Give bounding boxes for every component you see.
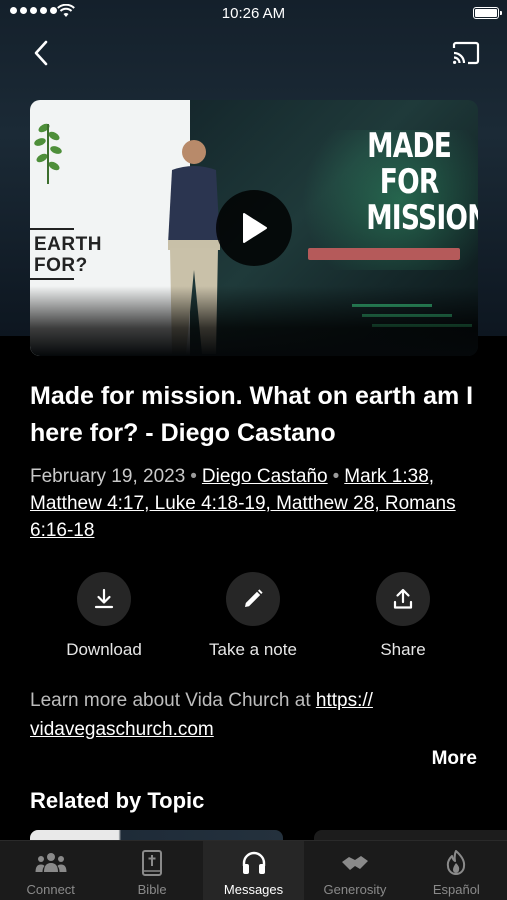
share-button[interactable]: Share bbox=[328, 572, 478, 660]
share-circle bbox=[376, 572, 430, 626]
tree-logo-icon bbox=[34, 123, 62, 184]
take-note-circle bbox=[226, 572, 280, 626]
tab-label: Messages bbox=[223, 882, 284, 897]
tab-messages[interactable]: Messages bbox=[202, 841, 305, 900]
separator-dot: • bbox=[190, 466, 197, 487]
tab-bible[interactable]: Bible bbox=[101, 841, 202, 900]
description-text: Learn more about Vida Church at bbox=[30, 690, 316, 711]
download-label: Download bbox=[66, 640, 142, 659]
status-bar: 10:26 AM bbox=[0, 0, 507, 28]
more-button[interactable]: More bbox=[432, 748, 477, 770]
tab-espanol[interactable]: Español bbox=[406, 841, 507, 900]
speaker-link[interactable]: Diego Castaño bbox=[202, 466, 328, 487]
sermon-date: February 19, 2023 bbox=[30, 466, 186, 487]
chevron-left-icon bbox=[34, 40, 48, 66]
share-label: Share bbox=[380, 640, 426, 659]
tab-bar: Connect Bible Messages Generosity Españo… bbox=[0, 840, 507, 900]
divider bbox=[30, 228, 74, 230]
action-row: Download Take a note Share bbox=[0, 572, 507, 662]
play-button[interactable] bbox=[216, 190, 292, 266]
take-note-label: Take a note bbox=[209, 640, 297, 659]
cast-icon bbox=[452, 41, 480, 65]
audience-silhouettes bbox=[30, 286, 478, 356]
church-website-link[interactable]: vidavegaschurch.com bbox=[30, 719, 214, 740]
flame-icon bbox=[447, 850, 466, 875]
tab-generosity[interactable]: Generosity bbox=[304, 841, 405, 900]
cast-button[interactable] bbox=[449, 38, 483, 68]
download-icon bbox=[94, 588, 114, 609]
title-graphic-line: MISSION bbox=[366, 198, 478, 238]
back-button[interactable] bbox=[24, 36, 58, 70]
related-heading: Related by Topic bbox=[30, 788, 205, 813]
share-icon bbox=[393, 588, 413, 609]
download-button[interactable]: Download bbox=[29, 572, 179, 660]
separator-dot: • bbox=[332, 466, 340, 487]
title-graphic-line: MADE FOR bbox=[367, 126, 452, 202]
video-player[interactable]: EARTH FOR? MADE FOR MISSION bbox=[30, 100, 478, 356]
divider bbox=[30, 278, 74, 280]
backdrop-text: EARTH FOR? bbox=[34, 234, 102, 276]
sermon-description: Learn more about Vida Church at https://… bbox=[30, 686, 480, 744]
tab-connect[interactable]: Connect bbox=[0, 841, 101, 900]
bible-icon bbox=[142, 850, 163, 876]
sermon-title-graphic: MADE FOR MISSION bbox=[366, 126, 478, 238]
headphones-icon bbox=[242, 851, 265, 874]
download-circle bbox=[77, 572, 131, 626]
backdrop-text-line: EARTH bbox=[34, 234, 102, 255]
play-icon bbox=[243, 213, 267, 243]
take-note-button[interactable]: Take a note bbox=[178, 572, 328, 660]
status-time: 10:26 AM bbox=[221, 5, 286, 22]
backdrop-text-line: FOR? bbox=[34, 255, 88, 276]
tab-label: Connect bbox=[26, 882, 75, 897]
battery-icon bbox=[473, 7, 502, 19]
sermon-title: Made for mission. What on earth am I her… bbox=[30, 382, 474, 447]
handshake-icon bbox=[341, 856, 368, 870]
sermon-meta: February 19, 2023 • Diego Castaño • Mark 1:3… bbox=[30, 463, 480, 544]
church-website-link[interactable]: https:// bbox=[316, 690, 373, 711]
pencil-icon bbox=[245, 589, 263, 607]
people-icon bbox=[35, 853, 67, 872]
tab-label: Bible bbox=[137, 882, 167, 897]
tab-label: Español bbox=[432, 882, 480, 897]
stage-keyboard bbox=[308, 248, 460, 260]
tab-label: Generosity bbox=[323, 882, 387, 897]
